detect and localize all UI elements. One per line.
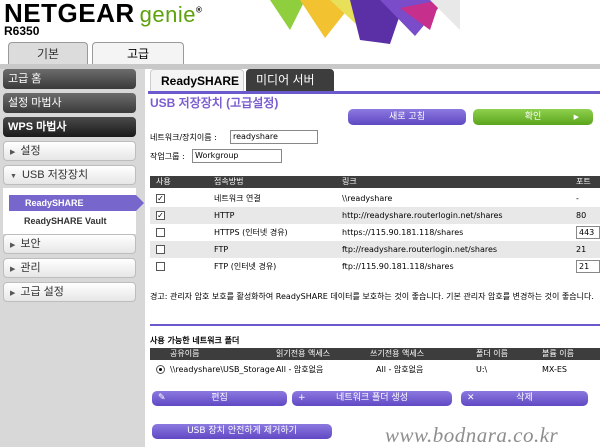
sidebar-item-security[interactable]: ▶ 보안 [3,234,136,254]
sidebar-item-advanced-home[interactable]: 고급 홈 [3,69,136,89]
method-cell: FTP [214,245,229,254]
security-warning: 경고: 관리자 암호 보호를 활성화하여 ReadySHARE 데이터를 보호하… [150,292,594,301]
model-number: R6350 [4,24,40,38]
device-name-input[interactable]: readyshare [230,130,318,144]
tab-readyshare[interactable]: ReadySHARE [150,69,244,91]
tab-advanced[interactable]: 고급 [92,42,184,65]
table-row: \\readyshare\USB_Storage All - 암호없음 All … [150,362,600,378]
table-row: FTP ftp://readyshare.routerlogin.net/sha… [150,241,600,258]
header-decoration-graphic [270,0,460,44]
close-icon: ✕ [467,393,475,403]
tab-media-server[interactable]: 미디어 서버 [246,69,334,91]
arrow-right-icon: ▶ [573,113,579,121]
sidebar-item-usb-functions[interactable]: ▼ USB 저장장치 [3,165,136,185]
enable-checkbox[interactable]: ✓ [156,194,165,203]
col-volume-name: 볼륨 이름 [542,349,574,358]
collapse-arrow-icon: ▼ [10,173,17,180]
link-cell[interactable]: http://readyshare.routerlogin.net/shares [342,207,503,224]
folder-select-radio[interactable] [156,365,165,374]
section-divider [150,324,600,326]
sidebar-item-label: 보안 [20,238,41,250]
folders-table-header: 공유이름 읽기전용 액세스 쓰기전용 액세스 폴더 이름 볼륨 이름 [150,348,600,360]
apply-button[interactable]: 확인 ▶ [473,109,593,125]
expand-arrow-icon: ▶ [10,266,16,273]
delete-button[interactable]: ✕ 삭제 [461,391,588,406]
edit-button-label: 편집 [211,393,228,403]
col-method: 접속방법 [214,177,244,186]
plus-icon: + [298,393,306,403]
sidebar-item-label: 설정 [20,145,41,157]
enable-checkbox[interactable] [156,262,165,271]
workgroup-input[interactable]: Workgroup [192,149,282,163]
folder-name-cell: U:\ [476,365,488,374]
volume-name-cell: MX-ES [542,365,568,374]
method-cell: 네트워크 연결 [214,194,261,203]
enable-checkbox[interactable] [156,245,165,254]
read-access-cell: All - 암호없음 [276,365,324,374]
col-use: 사용 [156,177,171,186]
method-cell: HTTP [214,211,235,220]
delete-button-label: 삭제 [516,393,533,403]
header: NETGEAR genie® R6350 [0,0,600,44]
apply-button-label: 확인 [524,112,542,122]
access-table-header: 사용 접속방법 링크 포트 [150,176,600,188]
table-row: ✓ 네트워크 연결 \\readyshare - [150,190,600,207]
safe-remove-usb-button[interactable]: USB 장치 안전하게 제거하기 [152,424,332,439]
link-cell[interactable]: \\readyshare [342,190,392,207]
sidebar-item-setup-wizard[interactable]: 설정 마법사 [3,93,136,113]
create-folder-button-label: 네트워크 폴더 생성 [336,393,408,403]
device-name-label: 네트워크/장치이름 : [150,133,217,142]
sidebar-subitem-readyshare-vault[interactable]: ReadySHARE Vault [24,216,107,226]
expand-arrow-icon: ▶ [10,290,16,297]
sidebar-item-advanced-setup[interactable]: ▶ 고급 설정 [3,282,136,302]
sidebar-subitem-readyshare[interactable]: ReadySHARE [9,195,144,211]
table-row: FTP (인터넷 경유) ftp://115.90.181.118/shares… [150,258,600,275]
tab-basic[interactable]: 기본 [8,42,88,64]
col-folder-name: 폴더 이름 [476,349,508,358]
port-cell: 21 [576,245,587,254]
sidebar-item-administration[interactable]: ▶ 관리 [3,258,136,278]
expand-arrow-icon: ▶ [10,149,16,156]
folders-title: 사용 가능한 네트워크 폴더 [150,336,240,345]
table-row: HTTPS (인터넷 경유) https://115.90.181.118/sh… [150,224,600,241]
link-cell[interactable]: ftp://115.90.181.118/shares [342,258,454,275]
col-link: 링크 [342,177,357,186]
port-cell: - [576,194,579,203]
link-cell[interactable]: ftp://readyshare.routerlogin.net/shares [342,241,497,258]
link-cell[interactable]: https://115.90.181.118/shares [342,224,463,241]
port-input[interactable]: 21 [576,260,600,273]
pencil-icon: ✎ [158,393,166,403]
sidebar-item-label: 관리 [20,262,41,274]
col-write-access: 쓰기전용 액세스 [370,349,425,358]
col-read-access: 읽기전용 액세스 [276,349,331,358]
main-content: ReadySHARE 미디어 서버 USB 저장장치 (고급설정) 새로 고침 … [148,69,600,447]
create-folder-button[interactable]: + 네트워크 폴더 생성 [292,391,452,406]
col-port: 포트 [576,177,591,186]
watermark: www.bodnara.co.kr [385,423,559,447]
sidebar: 고급 홈 설정 마법사 WPS 마법사 ▶ 설정 ▼ USB 저장장치 ReadyS… [0,69,145,447]
share-name-cell: \\readyshare\USB_Storage [170,365,275,374]
workgroup-label: 작업그룹 : [150,152,185,161]
expand-arrow-icon: ▶ [10,242,16,249]
enable-checkbox[interactable]: ✓ [156,211,165,220]
col-share-name: 공유이름 [170,349,200,358]
registered-mark: ® [195,5,203,15]
port-cell: 80 [576,211,587,220]
sidebar-item-label: USB 저장장치 [21,169,89,181]
sidebar-item-wps-wizard[interactable]: WPS 마법사 [3,117,136,137]
method-cell: FTP (인터넷 경유) [214,262,277,271]
write-access-cell: All - 암호없음 [376,365,424,374]
refresh-button[interactable]: 새로 고침 [348,109,466,125]
page-title: USB 저장장치 (고급설정) [150,96,279,110]
table-row: ✓ HTTP http://readyshare.routerlogin.net… [150,207,600,224]
sidebar-item-setup[interactable]: ▶ 설정 [3,141,136,161]
enable-checkbox[interactable] [156,228,165,237]
port-input[interactable]: 443 [576,226,600,239]
sidebar-item-label: 고급 설정 [20,286,64,298]
product-text: genie [139,2,196,27]
method-cell: HTTPS (인터넷 경유) [214,228,288,237]
edit-button[interactable]: ✎ 편집 [152,391,287,406]
